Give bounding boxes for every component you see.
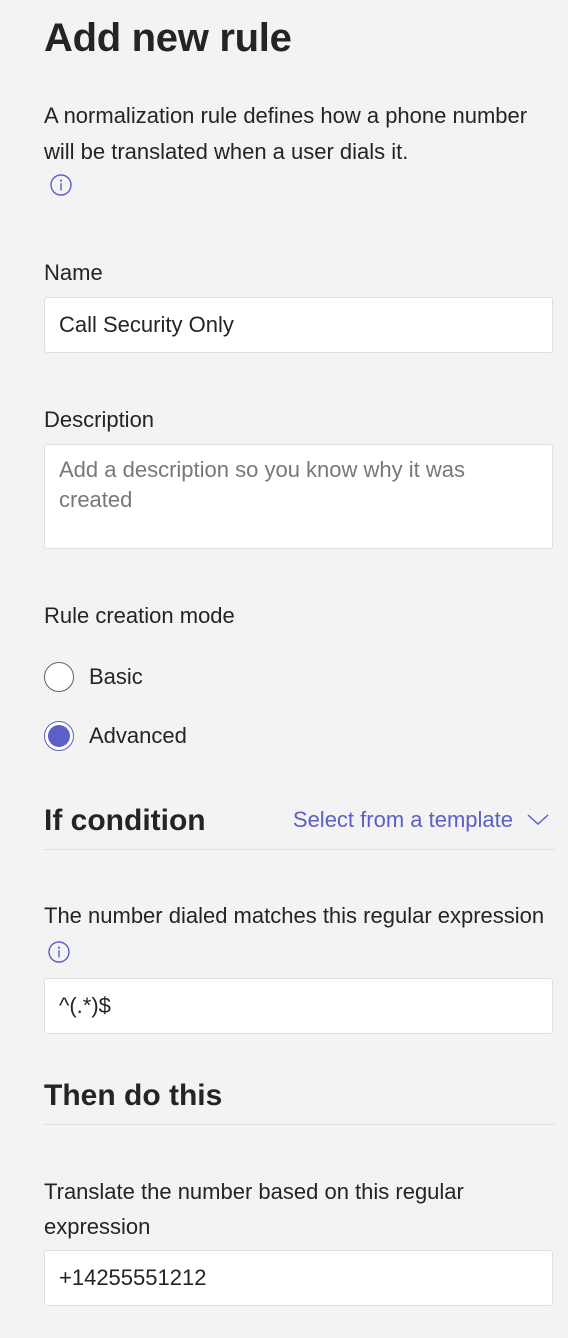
select-template-dropdown[interactable]: Select from a template (293, 805, 549, 835)
translation-label: Translate the number based on this regul… (44, 1179, 464, 1239)
pattern-input[interactable] (44, 978, 553, 1034)
if-condition-header: If condition Select from a template (44, 797, 555, 850)
info-icon[interactable] (50, 174, 72, 196)
description-label: Description (44, 407, 155, 432)
description-input[interactable] (44, 444, 553, 549)
name-label: Name (44, 260, 103, 285)
pattern-label: The number dialed matches this regular e… (44, 903, 545, 928)
chevron-down-icon (527, 813, 549, 827)
rule-creation-mode-label: Rule creation mode (44, 603, 235, 628)
basic-radio-label: Basic (89, 664, 143, 689)
radio-option-advanced[interactable]: Advanced (44, 720, 187, 752)
info-icon[interactable] (48, 941, 70, 963)
pattern-label-block: The number dialed matches this regular e… (44, 898, 555, 968)
name-input[interactable] (44, 297, 553, 353)
advanced-radio-label: Advanced (89, 723, 187, 748)
advanced-radio[interactable] (44, 721, 74, 751)
rule-description-text: A normalization rule defines how a phone… (44, 103, 528, 164)
then-do-title: Then do this (44, 1079, 223, 1112)
then-do-header: Then do this (44, 1072, 555, 1125)
if-condition-title: If condition (44, 804, 206, 837)
translation-input[interactable] (44, 1250, 553, 1306)
page-title: Add new rule (44, 16, 292, 60)
basic-radio[interactable] (44, 662, 74, 692)
select-template-label: Select from a template (292, 807, 513, 832)
radio-option-basic[interactable]: Basic (44, 661, 143, 693)
